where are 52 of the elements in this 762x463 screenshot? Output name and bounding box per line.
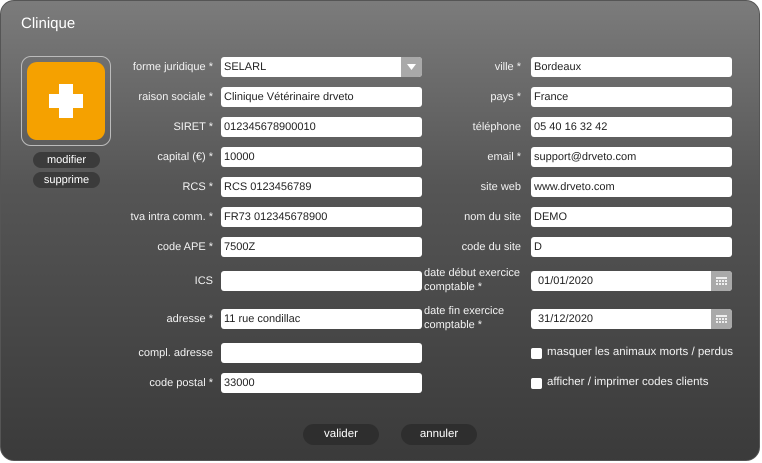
field-label: compl. adresse bbox=[137, 346, 214, 361]
checkbox[interactable] bbox=[531, 348, 542, 358]
field-label: téléphone bbox=[472, 120, 522, 135]
field-label: email * bbox=[486, 150, 522, 165]
date-field[interactable]: 31/12/2020 bbox=[531, 309, 732, 329]
field-label: ICS bbox=[194, 274, 214, 289]
field-label: pays * bbox=[489, 90, 522, 105]
text-field[interactable]: D bbox=[531, 237, 732, 257]
cross-icon bbox=[27, 62, 105, 140]
field-label: adresse * bbox=[166, 312, 214, 327]
modify-button[interactable]: modifier bbox=[33, 152, 100, 168]
text-field[interactable]: Bordeaux bbox=[531, 57, 732, 77]
delete-button[interactable]: supprime bbox=[33, 172, 100, 188]
field-label: capital (€) * bbox=[156, 150, 214, 165]
text-field[interactable]: DEMO bbox=[531, 207, 732, 227]
checkbox[interactable] bbox=[531, 378, 542, 388]
text-field[interactable]: 10000 bbox=[221, 147, 422, 167]
checkbox-label: masquer les animaux morts / perdus bbox=[547, 345, 733, 360]
calendar-icon[interactable] bbox=[711, 271, 732, 291]
text-field[interactable] bbox=[221, 271, 422, 291]
cancel-button[interactable]: annuler bbox=[401, 424, 477, 445]
text-field[interactable]: 05 40 16 32 42 bbox=[531, 117, 732, 137]
dropdown-field[interactable]: SELARL bbox=[221, 57, 422, 77]
field-label: date début exercice comptable * bbox=[423, 267, 522, 295]
field-label: tva intra comm. * bbox=[129, 210, 214, 225]
field-label: RCS * bbox=[181, 180, 214, 195]
field-label: raison sociale * bbox=[137, 90, 214, 105]
text-field[interactable] bbox=[221, 343, 422, 363]
field-label: code du site bbox=[460, 240, 522, 255]
text-field[interactable]: RCS 0123456789 bbox=[221, 177, 422, 197]
field-label: site web bbox=[480, 180, 522, 195]
text-field[interactable]: 33000 bbox=[221, 373, 422, 393]
field-label: date fin exercice comptable * bbox=[423, 305, 506, 333]
field-label: ville * bbox=[494, 60, 522, 75]
field-label: code postal * bbox=[148, 376, 214, 391]
field-label: SIRET * bbox=[172, 120, 214, 135]
text-field[interactable]: 012345678900010 bbox=[221, 117, 422, 137]
text-field[interactable]: 7500Z bbox=[221, 237, 422, 257]
field-label: forme juridique * bbox=[132, 60, 214, 75]
validate-button[interactable]: valider bbox=[303, 424, 379, 445]
text-field[interactable]: 11 rue condillac bbox=[221, 309, 422, 329]
text-field[interactable]: Clinique Vétérinaire drveto bbox=[221, 87, 422, 107]
text-field[interactable]: FR73 012345678900 bbox=[221, 207, 422, 227]
calendar-icon[interactable] bbox=[711, 309, 732, 329]
window-title: Clinique bbox=[20, 14, 76, 34]
checkbox-label: afficher / imprimer codes clients bbox=[547, 375, 708, 390]
date-field[interactable]: 01/01/2020 bbox=[531, 271, 732, 291]
field-label: code APE * bbox=[156, 240, 214, 255]
field-label: nom du site bbox=[463, 210, 522, 225]
text-field[interactable]: support@drveto.com bbox=[531, 147, 732, 167]
text-field[interactable]: France bbox=[531, 87, 732, 107]
text-field[interactable]: www.drveto.com bbox=[531, 177, 732, 197]
